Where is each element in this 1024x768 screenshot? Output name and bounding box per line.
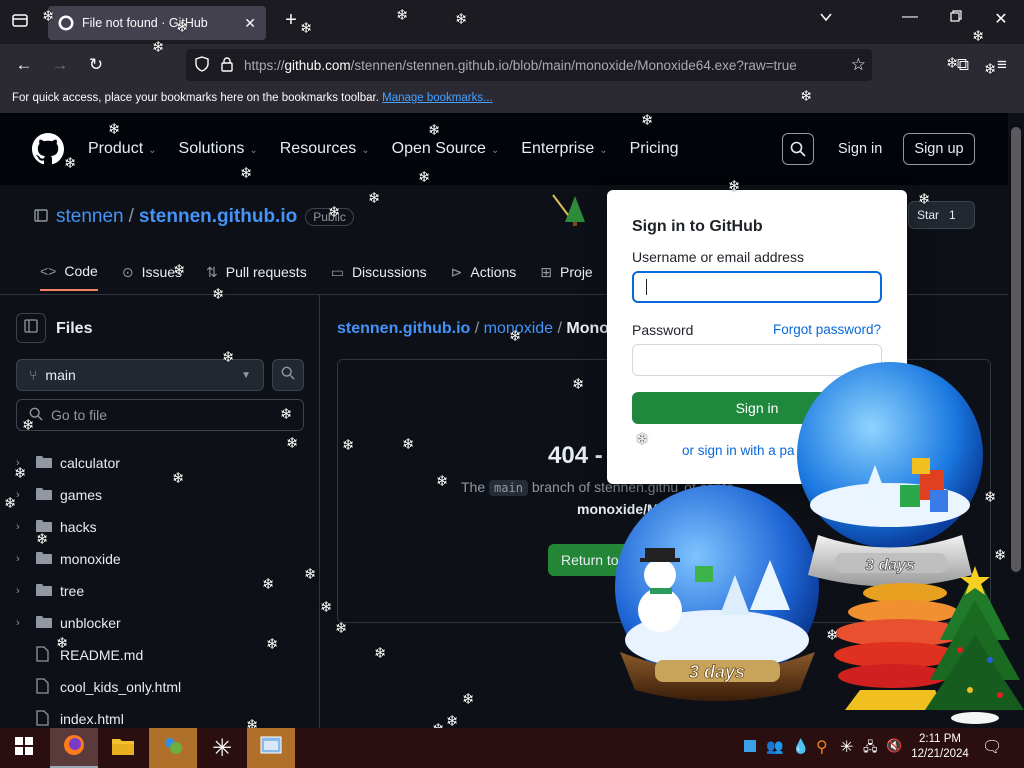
clock-date: 12/21/2024 [911, 748, 969, 760]
snowflake-icon: ❄ [984, 489, 997, 506]
snowflake-icon: ❄ [172, 470, 185, 487]
tray-app-icon[interactable] [744, 740, 756, 752]
taskbar-app-people[interactable] [149, 728, 197, 768]
snowflake-icon: ❄ [446, 713, 459, 730]
tray-drop-icon[interactable]: 💧 [792, 738, 809, 755]
snowflake-icon: ❄ [304, 566, 317, 583]
snowflake-icon: ❄ [108, 121, 121, 138]
snowflake-icon: ❄ [173, 262, 186, 279]
snowflake-icon: ❄ [436, 473, 449, 490]
snowflake-icon: ❄ [972, 28, 985, 45]
snowflake-icon: ❄ [64, 155, 77, 172]
snowflake-icon: ❄ [428, 122, 441, 139]
network-icon[interactable]: 🖧 [863, 738, 878, 760]
snowflake-icon: ❄ [335, 620, 348, 637]
snowflake-icon: ❄ [286, 435, 299, 452]
snowflake-icon: ❄ [994, 547, 1007, 564]
snowflake-icon: ❄ [300, 20, 313, 37]
windows-logo-icon [15, 736, 33, 760]
snowflake-icon: ❄ [4, 495, 17, 512]
snowflake-icon: ❄ [418, 169, 431, 186]
asterisk-app-icon: ✳ [211, 734, 233, 762]
taskbar-firefox[interactable] [50, 728, 98, 768]
snowflake-icon: ❄ [342, 437, 355, 454]
snowflake-icon: ❄ [946, 55, 959, 72]
start-button[interactable] [0, 728, 48, 768]
snowflake-icon: ❄ [176, 19, 189, 36]
tray-people-icon[interactable]: 👥 [766, 738, 783, 755]
snowflake-icon: ❄ [266, 636, 279, 653]
volume-muted-icon[interactable]: 🔇 [886, 738, 902, 754]
snowflake-icon: ❄ [918, 191, 931, 208]
snowflake-icon: ❄ [462, 691, 475, 708]
globe-days-label-2: 3 days [865, 557, 915, 574]
notifications-icon[interactable]: 🗨 [982, 737, 1002, 757]
snowflake-icon: ❄ [368, 190, 381, 207]
window-app-icon [260, 736, 282, 761]
snowflake-icon: ❄ [56, 635, 69, 652]
taskbar-app-star[interactable]: ✳ [198, 728, 246, 768]
tray-search-icon[interactable]: ⚲ [816, 737, 828, 757]
globe-days-label-1: 3 days [689, 662, 745, 682]
snowflake-icon: ❄ [320, 599, 333, 616]
snowflake-icon: ❄ [396, 7, 409, 24]
snowflake-icon: ❄ [22, 417, 35, 434]
snowflake-icon: ❄ [728, 178, 741, 195]
snowflake-icon: ❄ [42, 8, 55, 25]
people-app-icon [161, 734, 185, 763]
snowflake-icon: ❄ [455, 11, 468, 28]
firefox-icon [62, 733, 86, 762]
snowflake-icon: ❄ [280, 406, 293, 423]
snowflake-icon: ❄ [984, 61, 997, 78]
snowflake-icon: ❄ [800, 88, 813, 105]
snowflake-icon: ❄ [509, 328, 522, 345]
snowflake-icon: ❄ [212, 286, 225, 303]
taskbar-clock[interactable]: 2:11 PM 12/21/2024 [910, 732, 970, 762]
snowflake-icon: ❄ [240, 165, 253, 182]
mini-christmas-tree-icon [552, 194, 585, 226]
snowflake-icon: ❄ [262, 576, 275, 593]
snowflake-icon: ❄ [14, 465, 27, 482]
snowflake-icon: ❄ [636, 431, 649, 448]
windows-taskbar: ✳ 👥 💧 ⚲ ✳ 🖧 🔇 2:11 PM 12/21/2024 🗨 [0, 728, 1024, 768]
snowflake-icon: ❄ [374, 645, 387, 662]
desktop-decoration-layer: 3 days 3 days [552, 194, 1024, 724]
snow-globe-presents [797, 362, 983, 587]
tray-asterisk-icon[interactable]: ✳ [840, 737, 853, 757]
taskbar-file-explorer[interactable] [99, 728, 147, 768]
snowflake-icon: ❄ [402, 436, 415, 453]
clock-time: 2:11 PM [919, 733, 961, 745]
snowflake-icon: ❄ [641, 112, 654, 129]
folder-icon [112, 737, 134, 760]
snowflake-icon: ❄ [222, 349, 235, 366]
snowflake-icon: ❄ [826, 627, 839, 644]
snowflake-icon: ❄ [328, 204, 341, 221]
snowflake-icon: ❄ [36, 531, 49, 548]
snowflake-icon: ❄ [152, 39, 165, 56]
taskbar-app-window[interactable] [247, 728, 295, 768]
snowflake-icon: ❄ [572, 376, 585, 393]
